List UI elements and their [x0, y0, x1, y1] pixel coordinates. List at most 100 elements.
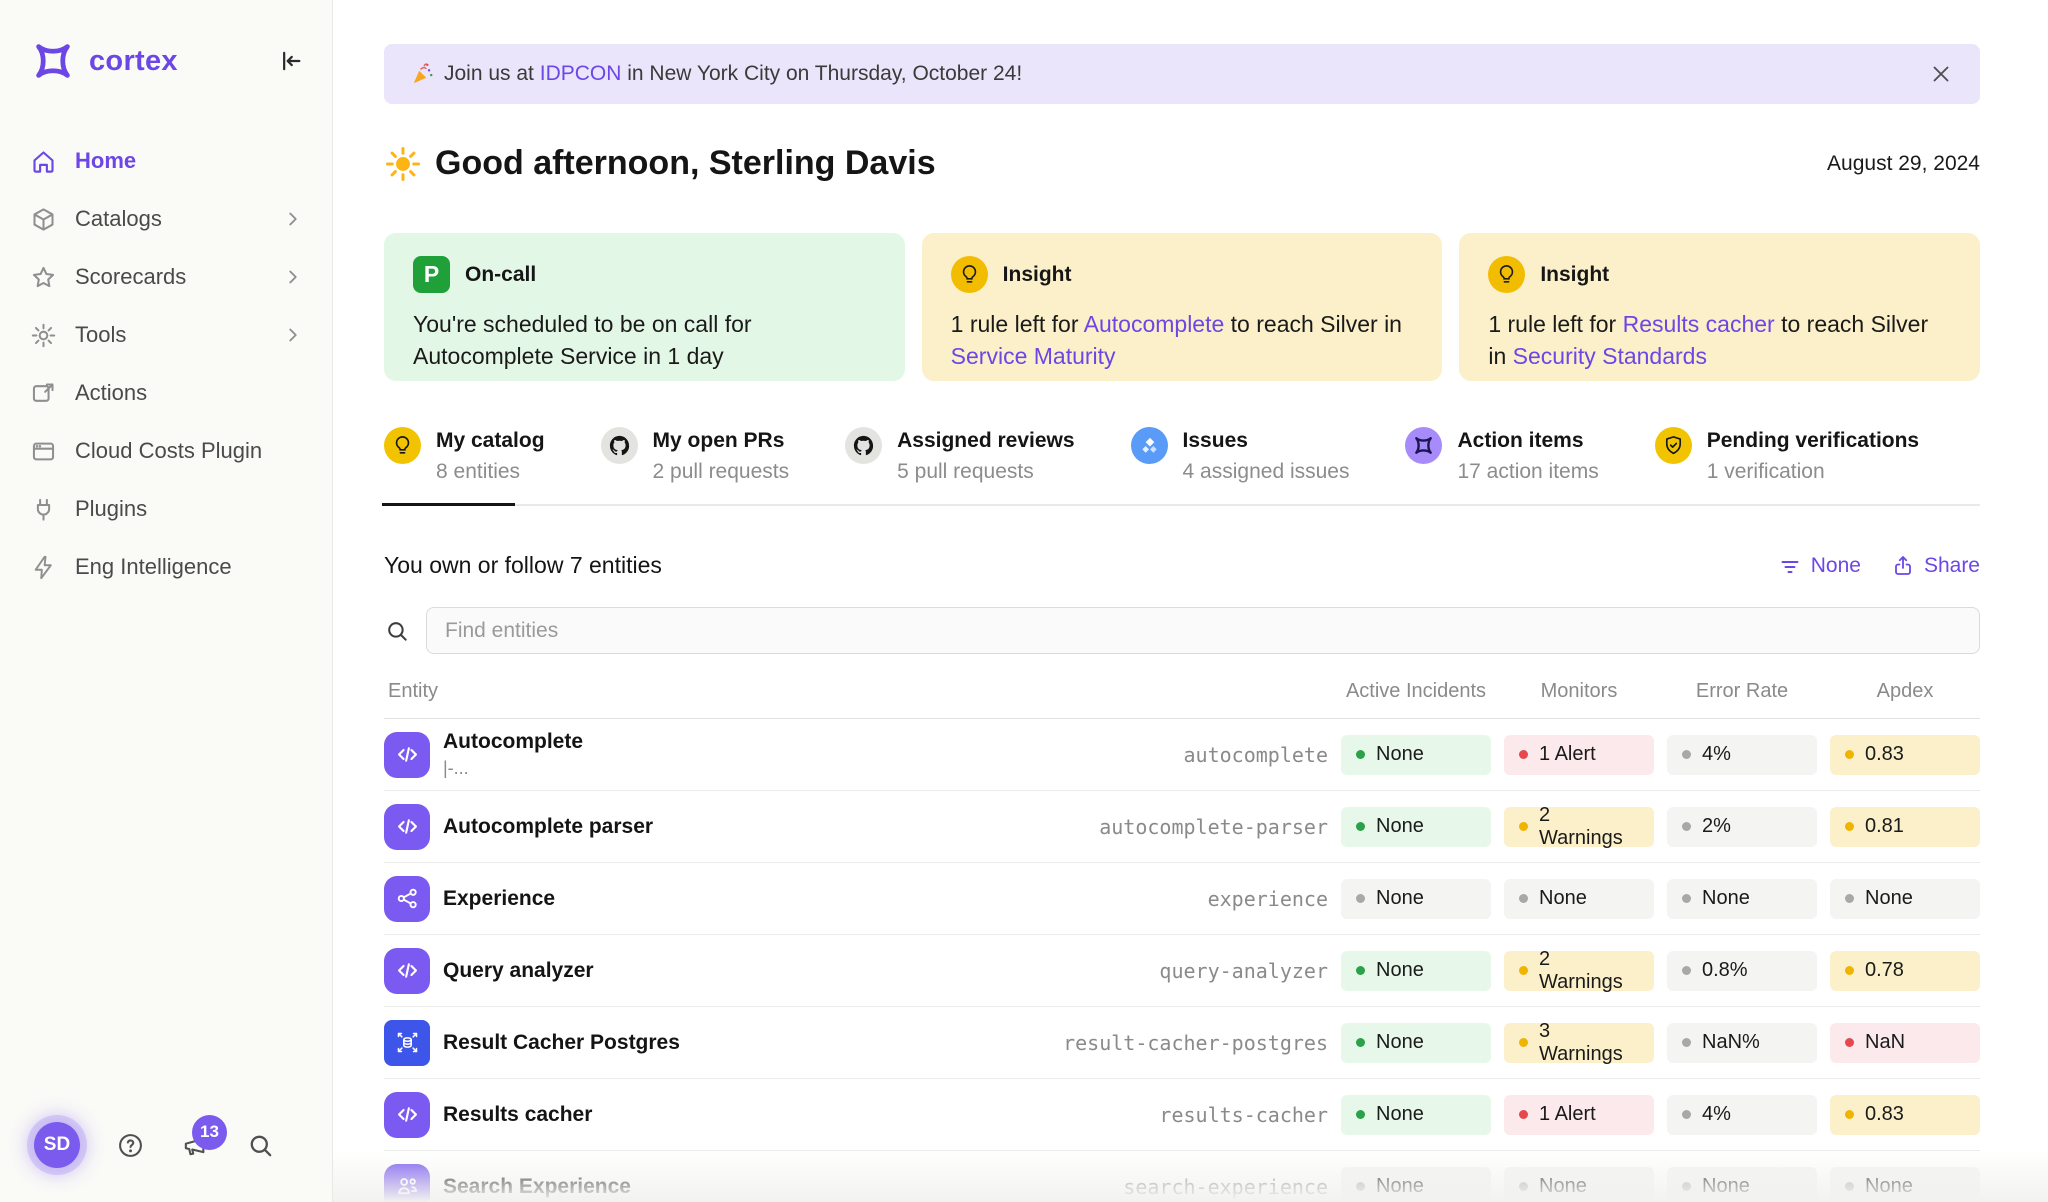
status-dot-icon — [1519, 894, 1528, 903]
sidebar-item-tools[interactable]: Tools — [30, 312, 304, 358]
notification-badge: 13 — [192, 1115, 227, 1150]
home-icon — [30, 148, 57, 175]
sidebar-item-scorecards[interactable]: Scorecards — [30, 254, 304, 300]
sidebar-item-label: Scorecards — [75, 264, 186, 290]
sidebar-item-actions[interactable]: Actions — [30, 370, 304, 416]
tab-my-open-prs[interactable]: My open PRs2 pull requests — [601, 427, 790, 504]
dashboard-tabs: My catalog8 entities My open PRs2 pull r… — [384, 427, 1980, 506]
chevron-right-icon — [282, 266, 304, 288]
help-icon[interactable] — [116, 1131, 145, 1160]
entity-name[interactable]: Result Cacher Postgres — [443, 1031, 1050, 1055]
status-dot-icon — [1845, 1182, 1854, 1191]
card-body: You're scheduled to be on call for Autoc… — [413, 308, 876, 372]
table-row[interactable]: Result Cacher Postgres result-cacher-pos… — [384, 1007, 1980, 1079]
status-dot-icon — [1682, 822, 1691, 831]
apdex-badge: 0.83 — [1830, 735, 1980, 775]
banner-link[interactable]: IDPCON — [540, 62, 622, 86]
current-date: August 29, 2024 — [1827, 152, 1980, 176]
entity-name[interactable]: Autocomplete — [443, 730, 1171, 754]
sidebar-item-home[interactable]: Home — [30, 138, 304, 184]
monitors-badge: 3 Warnings — [1504, 1023, 1654, 1063]
status-dot-icon — [1356, 822, 1365, 831]
catalogs-icon — [30, 206, 57, 233]
column-header-error-rate: Error Rate — [1667, 680, 1817, 703]
sidebar-item-eng-intelligence[interactable]: Eng Intelligence — [30, 544, 304, 590]
entity-name[interactable]: Search Experience — [443, 1175, 1110, 1199]
code-icon — [384, 1092, 430, 1138]
status-dot-icon — [1356, 966, 1365, 975]
tab-action-items[interactable]: Action items17 action items — [1405, 427, 1598, 504]
entity-name[interactable]: Experience — [443, 887, 1195, 911]
app-window: cortex Home Catalogs Scorecards Tools — [0, 0, 2048, 1202]
sidebar-item-cloud-costs-plugin[interactable]: Cloud Costs Plugin — [30, 428, 304, 474]
sidebar-item-label: Eng Intelligence — [75, 554, 232, 580]
shield-check-icon — [1655, 427, 1692, 464]
on-call-card: P On-call You're scheduled to be on call… — [384, 233, 905, 381]
active-incidents-badge: None — [1341, 1023, 1491, 1063]
table-row[interactable]: Autocomplete |-... autocomplete None 1 A… — [384, 719, 1980, 791]
entity-name[interactable]: Autocomplete parser — [443, 815, 1086, 839]
sidebar-item-label: Catalogs — [75, 206, 162, 232]
status-dot-icon — [1682, 1038, 1691, 1047]
lightbulb-icon — [384, 427, 421, 464]
sidebar-item-label: Tools — [75, 322, 126, 348]
jira-icon — [1131, 427, 1168, 464]
entity-search-row — [384, 607, 1980, 654]
cortex-logo-text: cortex — [89, 45, 178, 78]
status-dot-icon — [1682, 1182, 1691, 1191]
users-icon — [384, 1164, 430, 1202]
entities-header-row: You own or follow 7 entities None Share — [384, 552, 1980, 579]
highlight-cards: P On-call You're scheduled to be on call… — [384, 233, 1980, 381]
active-incidents-badge: None — [1341, 879, 1491, 919]
search-icon[interactable] — [246, 1131, 275, 1160]
scorecard-link[interactable]: Security Standards — [1513, 343, 1707, 369]
entities-summary: You own or follow 7 entities — [384, 552, 662, 579]
tab-my-catalog[interactable]: My catalog8 entities — [384, 427, 545, 504]
tab-issues[interactable]: Issues4 assigned issues — [1131, 427, 1350, 504]
entity-link[interactable]: Autocomplete — [1084, 311, 1225, 337]
status-dot-icon — [1519, 750, 1528, 759]
error-rate-badge: None — [1667, 1167, 1817, 1202]
apdex-badge: NaN — [1830, 1023, 1980, 1063]
apdex-badge: None — [1830, 1167, 1980, 1202]
scorecards-icon — [30, 264, 57, 291]
insight-card: Insight 1 rule left for Autocomplete to … — [922, 233, 1443, 381]
cortex-icon — [1405, 427, 1442, 464]
sidebar-item-catalogs[interactable]: Catalogs — [30, 196, 304, 242]
avatar[interactable]: SD — [34, 1122, 80, 1168]
table-row[interactable]: Experience experience None None None Non… — [384, 863, 1980, 935]
entity-slug: query-analyzer — [1159, 959, 1328, 983]
entity-link[interactable]: Results cacher — [1623, 311, 1775, 337]
tab-assigned-reviews[interactable]: Assigned reviews5 pull requests — [845, 427, 1074, 504]
code-icon — [384, 948, 430, 994]
banner-text: in New York City on Thursday, October 24… — [621, 62, 1022, 86]
filter-button[interactable]: None — [1778, 554, 1861, 578]
code-icon — [384, 732, 430, 778]
error-rate-badge: 4% — [1667, 1095, 1817, 1135]
tab-pending-verifications[interactable]: Pending verifications1 verification — [1655, 427, 1919, 504]
sidebar-item-plugins[interactable]: Plugins — [30, 486, 304, 532]
search-icon — [384, 618, 410, 644]
status-dot-icon — [1519, 822, 1528, 831]
table-row[interactable]: Query analyzer query-analyzer None 2 War… — [384, 935, 1980, 1007]
error-rate-badge: 2% — [1667, 807, 1817, 847]
entity-name[interactable]: Results cacher — [443, 1103, 1146, 1127]
share-button[interactable]: Share — [1891, 554, 1980, 578]
close-icon[interactable] — [1928, 61, 1954, 87]
actions-icon — [30, 380, 57, 407]
announcements-button[interactable]: 13 — [181, 1131, 210, 1160]
error-rate-badge: None — [1667, 879, 1817, 919]
card-title: On-call — [465, 263, 536, 287]
status-dot-icon — [1356, 1182, 1365, 1191]
column-header-monitors: Monitors — [1504, 680, 1654, 703]
table-row[interactable]: Results cacher results-cacher None 1 Ale… — [384, 1079, 1980, 1151]
sidebar-collapse-button[interactable] — [276, 47, 304, 75]
entity-name[interactable]: Query analyzer — [443, 959, 1146, 983]
table-row[interactable]: Search Experience search-experience None… — [384, 1151, 1980, 1202]
scorecard-link[interactable]: Service Maturity — [951, 343, 1116, 369]
sidebar: cortex Home Catalogs Scorecards Tools — [0, 0, 333, 1202]
table-row[interactable]: Autocomplete parser autocomplete-parser … — [384, 791, 1980, 863]
announcement-banner: Join us at IDPCON in New York City on Th… — [384, 44, 1980, 104]
search-input[interactable] — [426, 607, 1980, 654]
active-incidents-badge: None — [1341, 951, 1491, 991]
